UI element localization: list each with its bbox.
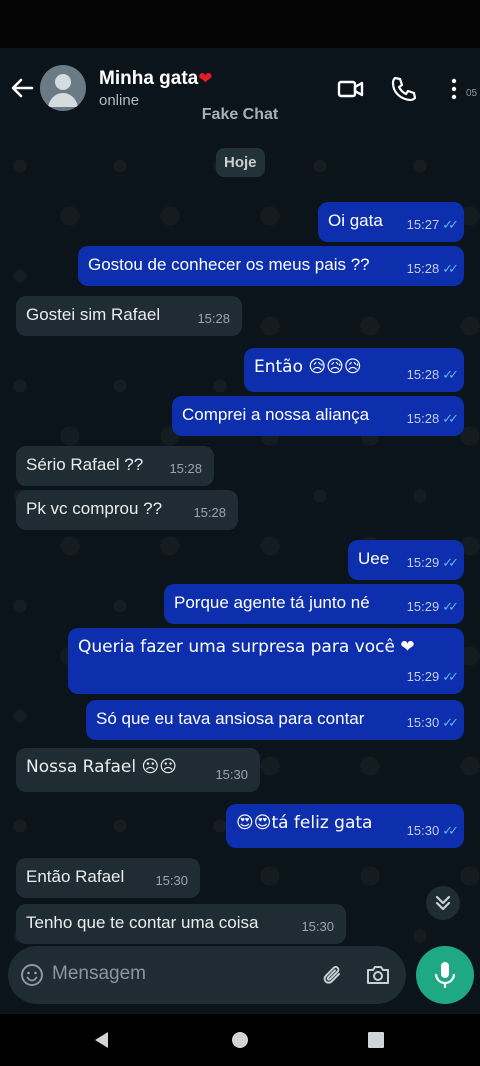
fake-chat-watermark: Fake Chat <box>201 106 279 123</box>
read-ticks-icon: ✓✓ <box>442 715 459 730</box>
back-arrow-icon[interactable] <box>8 74 36 102</box>
emoji-icon[interactable] <box>20 963 44 987</box>
nav-recents-icon[interactable] <box>367 1031 385 1049</box>
message-bubble-out[interactable]: Gostou de conhecer os meus pais ?? 15:28… <box>78 246 464 286</box>
message-bubble-in[interactable]: Gostei sim Rafael 15:28 <box>16 296 242 336</box>
more-vertical-icon[interactable] <box>446 74 466 104</box>
microphone-icon <box>434 962 456 988</box>
read-ticks-icon: ✓✓ <box>442 599 459 614</box>
message-bubble-out[interactable]: Uee 15:29 ✓✓ <box>348 540 464 580</box>
message-bubble-in[interactable]: Sério Rafael ?? 15:28 <box>16 446 214 486</box>
contact-name[interactable]: Minha gata❤ <box>99 68 212 90</box>
message-bubble-out[interactable]: Oi gata 15:27 ✓✓ <box>318 202 464 242</box>
message-composer[interactable]: Mensagem <box>8 946 406 1004</box>
scroll-to-bottom-button[interactable] <box>426 886 460 920</box>
message-bubble-out[interactable]: Só que eu tava ansiosa para contar 15:30… <box>86 700 464 740</box>
message-bubble-in[interactable]: Tenho que te contar uma coisa 15:30 <box>16 904 346 944</box>
paperclip-icon[interactable] <box>320 962 346 988</box>
edge-text: 05 <box>466 88 478 99</box>
chat-header: Minha gata❤ online Fake Chat 05 <box>0 48 480 136</box>
video-call-icon[interactable] <box>336 74 366 104</box>
message-input[interactable]: Mensagem <box>52 963 146 985</box>
heart-emoji: ❤ <box>198 69 213 88</box>
read-ticks-icon: ✓✓ <box>442 823 459 838</box>
message-bubble-in[interactable]: Pk vc comprou ?? 15:28 <box>16 490 238 530</box>
nav-back-icon[interactable] <box>92 1030 112 1050</box>
read-ticks-icon: ✓✓ <box>442 411 459 426</box>
read-ticks-icon: ✓✓ <box>442 261 459 276</box>
camera-icon[interactable] <box>364 962 392 988</box>
read-ticks-icon: ✓✓ <box>442 669 459 684</box>
message-bubble-out[interactable]: Então 😥😥😥 15:28 ✓✓ <box>244 348 464 392</box>
status-bar <box>0 0 480 48</box>
system-nav-bar <box>0 1014 480 1066</box>
message-bubble-out[interactable]: Queria fazer uma surpresa para você ❤ 15… <box>68 628 464 694</box>
message-bubble-in[interactable]: Nossa Rafael ☹☹ 15:30 <box>16 748 260 792</box>
double-chevron-down-icon <box>435 895 451 911</box>
message-bubble-in[interactable]: Então Rafael 15:30 <box>16 858 200 898</box>
microphone-button[interactable] <box>416 946 474 1004</box>
read-ticks-icon: ✓✓ <box>442 367 459 382</box>
voice-call-icon[interactable] <box>388 74 418 104</box>
date-chip: Hoje <box>216 148 265 177</box>
message-list[interactable]: Hoje Oi gata 15:27 ✓✓ Gostou de conhecer … <box>0 136 480 946</box>
message-bubble-out[interactable]: Porque agente tá junto né 15:29 ✓✓ <box>164 584 464 624</box>
message-bubble-out[interactable]: Comprei a nossa aliança 15:28 ✓✓ <box>172 396 464 436</box>
nav-home-icon[interactable] <box>231 1031 249 1049</box>
read-ticks-icon: ✓✓ <box>442 217 459 232</box>
message-bubble-out[interactable]: 😍😍tá feliz gata 15:30 ✓✓ <box>226 804 464 848</box>
read-ticks-icon: ✓✓ <box>442 555 459 570</box>
avatar[interactable] <box>40 65 86 111</box>
